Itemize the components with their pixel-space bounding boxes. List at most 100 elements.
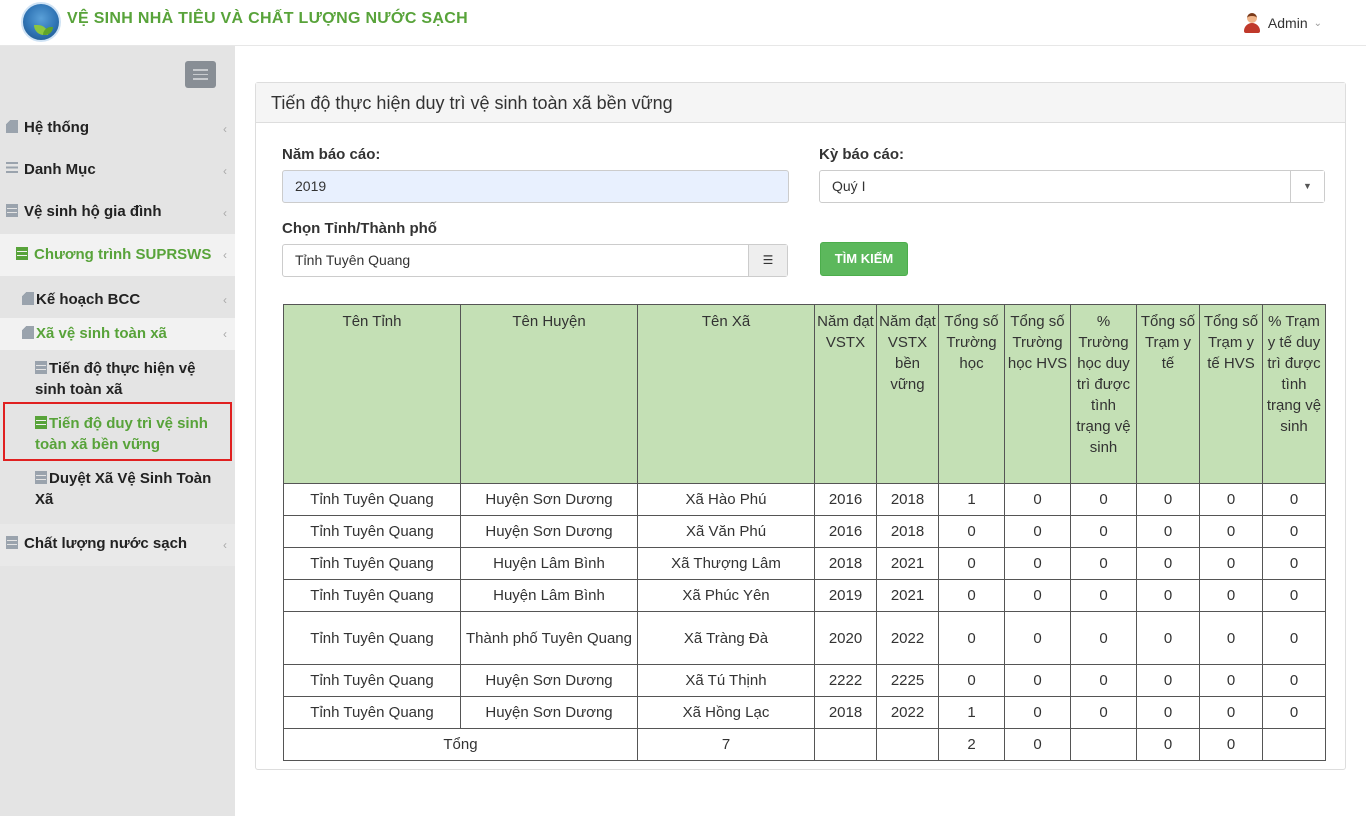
total-cell (876, 728, 939, 761)
column-header[interactable]: Năm đạt VSTX bền vững (876, 304, 939, 484)
sidebar-item-danh-muc[interactable]: Danh Mục ‹ (0, 150, 235, 192)
chevron-left-icon: ‹ (223, 293, 227, 307)
total-tram: 0 (1136, 728, 1200, 761)
sidebar-item-label: Xã vệ sinh toàn xã (36, 325, 167, 342)
table-cell: Huyện Sơn Dương (460, 696, 638, 729)
sidebar-item-label: Tiến độ thực hiện vệ sinh toàn xã (35, 360, 196, 398)
sidebar-item-ve-sinh-ho-gia-dinh[interactable]: Vệ sinh hộ gia đình ‹ (0, 192, 235, 234)
province-input[interactable]: Tỉnh Tuyên Quang ☰ (282, 244, 788, 277)
table-cell: 2022 (876, 611, 939, 665)
chevron-down-icon: ⌄ (1313, 17, 1322, 29)
total-cell (1070, 728, 1137, 761)
table-icon (16, 247, 28, 260)
table-cell: Xã Văn Phú (637, 515, 815, 548)
column-header[interactable]: Tổng số Trạm y tế HVS (1199, 304, 1263, 484)
table-cell: 2021 (876, 579, 939, 612)
table-icon (6, 204, 18, 217)
sidebar-toggle-button[interactable] (185, 61, 216, 88)
table-cell: 0 (1070, 483, 1137, 516)
table-cell: Tỉnh Tuyên Quang (283, 696, 461, 729)
table-row: Tỉnh Tuyên Quang Thành phố Tuyên Quang Xã … (283, 611, 1326, 665)
table-cell: Thành phố Tuyên Quang (460, 611, 638, 665)
table-cell: 2222 (814, 664, 877, 697)
year-input[interactable]: 2019 (282, 170, 789, 203)
column-header[interactable]: Năm đạt VSTX (814, 304, 877, 484)
table-cell: 0 (1199, 515, 1263, 548)
table-cell: 0 (938, 611, 1005, 665)
table-cell: 1 (938, 696, 1005, 729)
table-cell: 0 (1262, 579, 1326, 612)
table-cell: 0 (1136, 696, 1200, 729)
chevron-left-icon: ‹ (223, 327, 227, 341)
table-cell: Xã Phúc Yên (637, 579, 815, 612)
sidebar-item-tien-do-thuc-hien[interactable]: Tiến độ thực hiện vệ sinh toàn xã (0, 358, 235, 400)
sidebar-item-chuong-trinh-suprsws[interactable]: Chương trình SUPRSWS ‹ (0, 234, 235, 276)
table-row: Tỉnh Tuyên Quang Huyện Sơn Dương Xã Văn Ph… (283, 515, 1326, 548)
table-cell: 0 (1199, 579, 1263, 612)
period-select[interactable]: Quý I ▼ (819, 170, 1325, 203)
table-cell: 0 (1136, 483, 1200, 516)
table-cell: Huyện Lâm Bình (460, 579, 638, 612)
column-header[interactable]: Tổng số Trường học (938, 304, 1005, 484)
table-cell: 2018 (814, 547, 877, 580)
table-header-row: Tên Tỉnh Tên Huyện Tên Xã Năm đạt VSTX N… (283, 304, 1326, 484)
sidebar-item-xa-ve-sinh-toan-xa[interactable]: Xã vệ sinh toàn xã ‹ (0, 318, 235, 350)
column-header[interactable]: Tên Huyện (460, 304, 638, 484)
table-cell: 0 (1004, 483, 1071, 516)
column-header[interactable]: % Trạm y tế duy trì được tình trạng vệ s… (1262, 304, 1326, 484)
caret-down-icon[interactable]: ▼ (1290, 171, 1324, 202)
table-row: Tỉnh Tuyên Quang Huyện Lâm Bình Xã Phúc Yê… (283, 579, 1326, 612)
table-cell: 2016 (814, 483, 877, 516)
table-cell: 2020 (814, 611, 877, 665)
table-cell: Huyện Sơn Dương (460, 515, 638, 548)
table-cell: 0 (1004, 664, 1071, 697)
sidebar-item-duyet-xa[interactable]: Duyệt Xã Vệ Sinh Toàn Xã (0, 468, 235, 510)
table-cell: Xã Tú Thịnh (637, 664, 815, 697)
sidebar-item-label: Vệ sinh hộ gia đình (24, 203, 162, 220)
table-icon (35, 361, 47, 374)
table-cell: 0 (1262, 696, 1326, 729)
app-title: VỆ SINH NHÀ TIÊU VÀ CHẤT LƯỢNG NƯỚC SẠCH (67, 10, 468, 27)
table-cell: Xã Thượng Lâm (637, 547, 815, 580)
table-cell: 0 (1262, 547, 1326, 580)
total-truong: 2 (938, 728, 1005, 761)
table-cell: Xã Tràng Đà (637, 611, 815, 665)
table-cell: 0 (1004, 611, 1071, 665)
user-menu[interactable]: Admin ⌄ (1242, 13, 1322, 33)
sidebar-item-ke-hoach-bcc[interactable]: Kế hoạch BCC ‹ (0, 284, 235, 316)
table-cell: 0 (1004, 579, 1071, 612)
table-cell: 0 (1199, 483, 1263, 516)
file-icon (22, 326, 34, 339)
column-header[interactable]: Tên Tỉnh (283, 304, 461, 484)
total-cell (814, 728, 877, 761)
column-header[interactable]: Tên Xã (637, 304, 815, 484)
table-row: Tỉnh Tuyên Quang Huyện Sơn Dương Xã Tú Thị… (283, 664, 1326, 697)
total-label: Tổng (283, 728, 638, 761)
column-header[interactable]: % Trường học duy trì được tình trạng vệ … (1070, 304, 1137, 484)
table-cell: 0 (938, 579, 1005, 612)
sidebar-item-label: Duyệt Xã Vệ Sinh Toàn Xã (35, 470, 212, 508)
table-cell: 0 (1136, 515, 1200, 548)
table-cell: 0 (1199, 611, 1263, 665)
logo[interactable] (21, 2, 61, 42)
column-header[interactable]: Tổng số Trường học HVS (1004, 304, 1071, 484)
table-cell: 0 (1136, 664, 1200, 697)
list-icon[interactable]: ☰ (748, 245, 787, 276)
table-cell: 2018 (876, 483, 939, 516)
search-button[interactable]: TÌM KIẾM (820, 242, 908, 276)
results-table: Tên Tỉnh Tên Huyện Tên Xã Năm đạt VSTX N… (283, 304, 1326, 761)
sidebar-item-he-thong[interactable]: Hệ thống ‹ (0, 108, 235, 150)
table-cell: 0 (1262, 611, 1326, 665)
table-cell: 2022 (876, 696, 939, 729)
table-cell: 0 (1004, 696, 1071, 729)
column-header[interactable]: Tổng số Trạm y tế (1136, 304, 1200, 484)
table-cell: 2018 (814, 696, 877, 729)
period-label: Kỳ báo cáo: (819, 146, 905, 163)
chevron-left-icon: ‹ (223, 538, 227, 552)
table-cell: 0 (1070, 579, 1137, 612)
sidebar-item-label: Danh Mục (24, 161, 96, 178)
table-cell: 0 (1070, 611, 1137, 665)
report-panel: Tiến độ thực hiện duy trì vệ sinh toàn x… (255, 82, 1346, 770)
total-truong-hvs: 0 (1004, 728, 1071, 761)
sidebar-item-chat-luong-nuoc-sach[interactable]: Chất lượng nước sạch ‹ (0, 524, 235, 566)
